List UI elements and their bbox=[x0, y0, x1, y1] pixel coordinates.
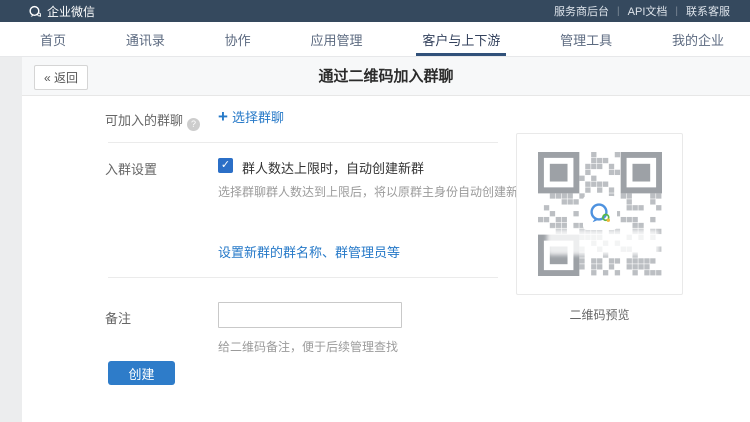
select-group-link[interactable]: + 选择群聊 bbox=[218, 107, 284, 126]
content-panel: « 返回 通过二维码加入群聊 可加入的群聊? + 选择群聊 入群设置 ✓ 群人数… bbox=[22, 57, 750, 422]
tab-contacts[interactable]: 通讯录 bbox=[126, 22, 165, 56]
wework-qr-center-logo-icon bbox=[583, 196, 617, 230]
remark-label: 备注 bbox=[105, 308, 131, 327]
qr-preview-caption: 二维码预览 bbox=[516, 306, 683, 323]
qr-blur-overlay bbox=[547, 230, 659, 255]
tab-my-company[interactable]: 我的企业 bbox=[672, 22, 724, 56]
brand-name: 企业微信 bbox=[47, 3, 95, 20]
tab-collaboration[interactable]: 协作 bbox=[225, 22, 251, 56]
brand: 企业微信 bbox=[28, 3, 95, 20]
section-divider bbox=[108, 142, 498, 143]
section-divider bbox=[108, 277, 498, 278]
main-nav: 首页 通讯录 协作 应用管理 客户与上下游 管理工具 我的企业 bbox=[0, 22, 750, 57]
select-group-label: 选择群聊 bbox=[232, 107, 284, 126]
joinable-group-label: 可加入的群聊 bbox=[105, 113, 183, 128]
new-group-settings-link[interactable]: 设置新群的群名称、群管理员等 bbox=[218, 242, 400, 261]
join-settings-label: 入群设置 bbox=[105, 159, 157, 178]
panel-header: « 返回 通过二维码加入群聊 bbox=[22, 57, 750, 96]
remark-hint: 给二维码备注，便于后续管理查找 bbox=[218, 338, 398, 355]
remark-input[interactable] bbox=[218, 302, 402, 328]
topbar: 企业微信 服务商后台 | API文档 | 联系客服 bbox=[0, 0, 750, 22]
topbar-links: 服务商后台 | API文档 | 联系客服 bbox=[546, 3, 738, 19]
page-title: 通过二维码加入群聊 bbox=[22, 57, 750, 96]
provider-console-link[interactable]: 服务商后台 bbox=[546, 3, 617, 19]
main-area: « 返回 通过二维码加入群聊 可加入的群聊? + 选择群聊 入群设置 ✓ 群人数… bbox=[0, 57, 750, 422]
wework-logo-icon bbox=[28, 5, 42, 18]
create-button[interactable]: 创建 bbox=[108, 361, 175, 385]
auto-create-group-hint: 选择群聊群人数达到上限后，将以原群主身份自动创建新群 bbox=[218, 183, 530, 200]
tab-home[interactable]: 首页 bbox=[40, 22, 66, 56]
tab-app-management[interactable]: 应用管理 bbox=[310, 22, 362, 56]
tab-management-tools[interactable]: 管理工具 bbox=[560, 22, 612, 56]
auto-create-group-checkbox-label[interactable]: 群人数达上限时，自动创建新群 bbox=[242, 158, 424, 177]
qr-preview-card bbox=[516, 133, 683, 295]
tab-customers-upstream-downstream[interactable]: 客户与上下游 bbox=[422, 22, 500, 56]
info-icon[interactable]: ? bbox=[187, 118, 200, 131]
auto-create-group-checkbox[interactable]: ✓ bbox=[218, 158, 233, 173]
plus-icon: + bbox=[218, 108, 228, 125]
contact-support-link[interactable]: 联系客服 bbox=[678, 3, 738, 19]
joinable-group-label-row: 可加入的群聊? bbox=[105, 110, 200, 131]
api-docs-link[interactable]: API文档 bbox=[620, 3, 676, 19]
